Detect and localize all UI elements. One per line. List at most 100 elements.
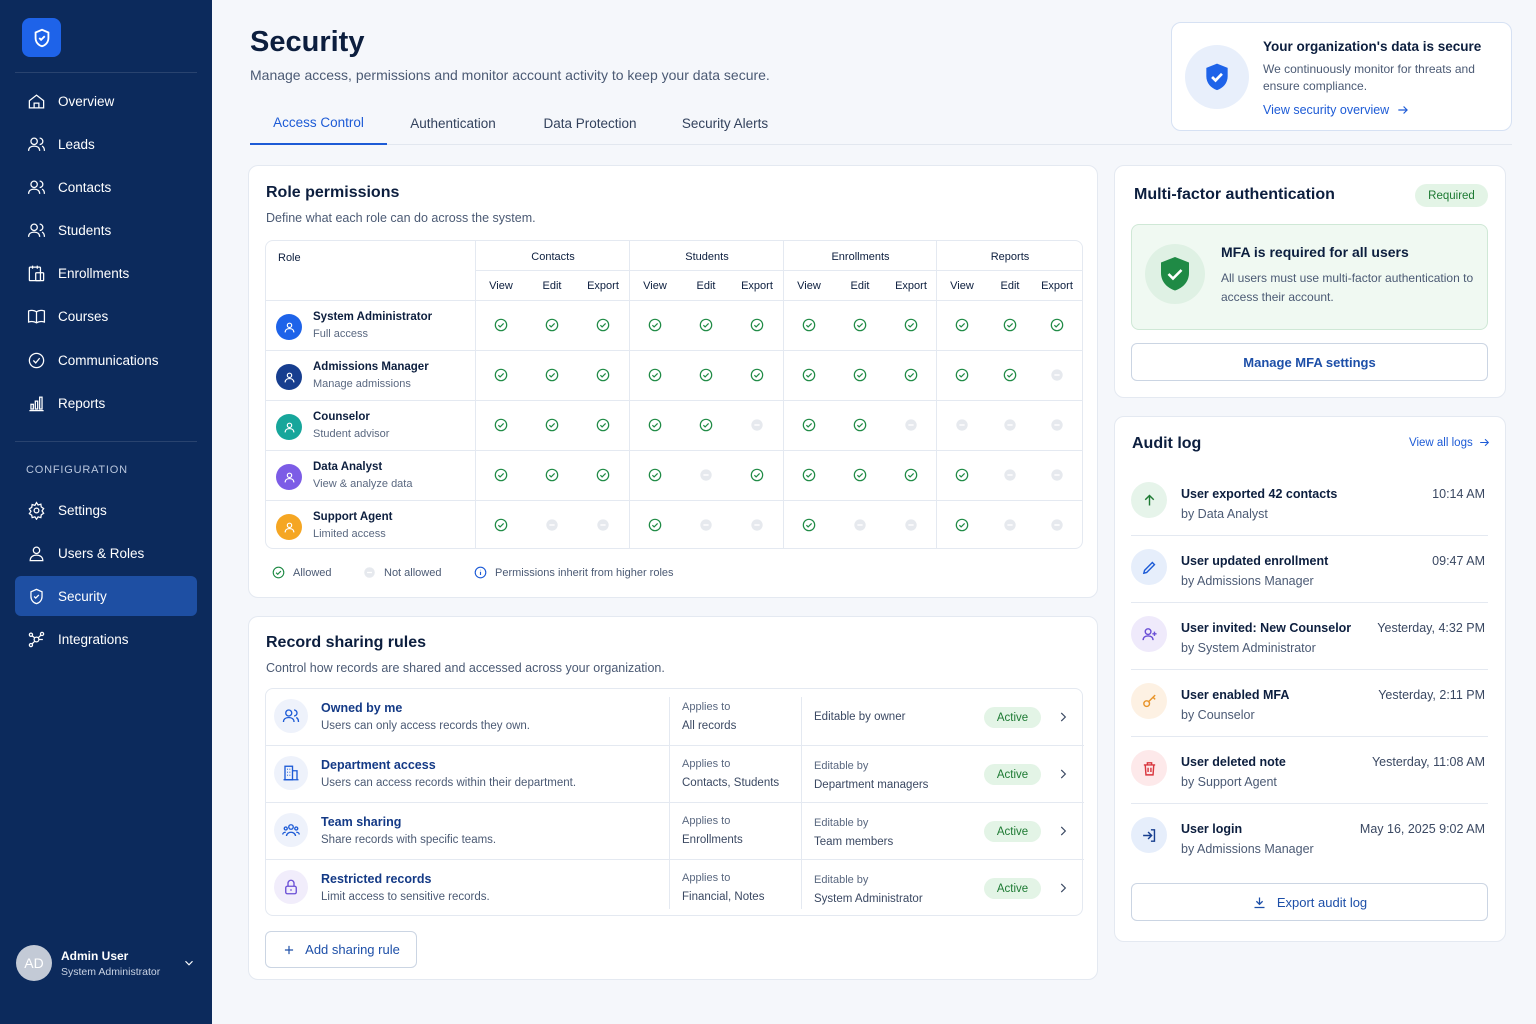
allowed-check-icon[interactable] [494, 368, 508, 382]
chevron-down-icon[interactable] [182, 956, 196, 970]
manage-mfa-settings-button[interactable]: Manage MFA settings [1131, 343, 1488, 381]
sidebar-item-communications[interactable]: Communications [15, 340, 197, 380]
not-allowed-icon[interactable] [904, 518, 918, 532]
chevron-right-icon[interactable] [1056, 824, 1070, 838]
chevron-right-icon[interactable] [1056, 767, 1070, 781]
user-menu[interactable]: AD Admin User System Administrator [16, 945, 196, 981]
tab-security-alerts[interactable]: Security Alerts [668, 102, 782, 145]
allowed-check-icon[interactable] [648, 418, 662, 432]
allowed-check-icon[interactable] [596, 468, 610, 482]
not-allowed-icon[interactable] [750, 418, 764, 432]
app-logo[interactable] [22, 18, 61, 57]
not-allowed-icon[interactable] [1050, 418, 1064, 432]
not-allowed-icon[interactable] [699, 518, 713, 532]
not-allowed-icon[interactable] [1050, 518, 1064, 532]
sidebar-item-settings[interactable]: Settings [15, 490, 197, 530]
allowed-check-icon[interactable] [699, 418, 713, 432]
allowed-check-icon[interactable] [955, 518, 969, 532]
sidebar-item-security[interactable]: Security [15, 576, 197, 617]
allowed-check-icon[interactable] [802, 418, 816, 432]
view-all-logs-link[interactable]: View all logs [1409, 436, 1491, 449]
allowed-check-icon[interactable] [955, 468, 969, 482]
allowed-check-icon[interactable] [596, 418, 610, 432]
role-row[interactable]: Admissions Manager Manage admissions [266, 351, 1082, 401]
allowed-check-icon[interactable] [648, 468, 662, 482]
export-audit-log-button[interactable]: Export audit log [1131, 883, 1488, 921]
sidebar-item-enrollments[interactable]: Enrollments [15, 254, 197, 294]
audit-entry[interactable]: User enabled MFA by Counselor Yesterday, 2… [1131, 678, 1488, 745]
sidebar-item-users-roles[interactable]: Users & Roles [15, 533, 197, 573]
allowed-check-icon[interactable] [648, 368, 662, 382]
sidebar-item-integrations[interactable]: Integrations [15, 620, 197, 660]
allowed-check-icon[interactable] [494, 468, 508, 482]
not-allowed-icon[interactable] [1050, 468, 1064, 482]
allowed-check-icon[interactable] [545, 368, 559, 382]
sharing-rule-row[interactable]: Restricted records Limit access to sensi… [266, 860, 1084, 917]
tab-access-control[interactable]: Access Control [250, 102, 387, 145]
role-row[interactable]: Counselor Student advisor [266, 401, 1082, 451]
not-allowed-icon[interactable] [1003, 468, 1017, 482]
not-allowed-icon[interactable] [699, 468, 713, 482]
allowed-check-icon[interactable] [853, 368, 867, 382]
not-allowed-icon[interactable] [955, 418, 969, 432]
allowed-check-icon[interactable] [545, 418, 559, 432]
chevron-right-icon[interactable] [1056, 710, 1070, 724]
not-allowed-icon[interactable] [750, 518, 764, 532]
sidebar-item-reports[interactable]: Reports [15, 383, 197, 423]
allowed-check-icon[interactable] [802, 518, 816, 532]
allowed-check-icon[interactable] [955, 318, 969, 332]
allowed-check-icon[interactable] [904, 368, 918, 382]
allowed-check-icon[interactable] [596, 368, 610, 382]
not-allowed-icon[interactable] [853, 518, 867, 532]
allowed-check-icon[interactable] [494, 318, 508, 332]
allowed-check-icon[interactable] [750, 468, 764, 482]
sidebar-item-courses[interactable]: Courses [15, 297, 197, 337]
allowed-check-icon[interactable] [494, 418, 508, 432]
sharing-rule-row[interactable]: Department access Users can access recor… [266, 746, 1084, 803]
allowed-check-icon[interactable] [802, 468, 816, 482]
allowed-check-icon[interactable] [596, 318, 610, 332]
sidebar-item-overview[interactable]: Overview [15, 81, 197, 121]
allowed-check-icon[interactable] [699, 368, 713, 382]
sidebar-item-leads[interactable]: Leads [15, 124, 197, 164]
allowed-check-icon[interactable] [750, 318, 764, 332]
audit-entry[interactable]: User login by Admissions Manager May 16, 2… [1131, 812, 1488, 879]
add-sharing-rule-button[interactable]: Add sharing rule [265, 931, 417, 968]
allowed-check-icon[interactable] [955, 368, 969, 382]
allowed-check-icon[interactable] [545, 318, 559, 332]
tab-authentication[interactable]: Authentication [396, 102, 510, 145]
allowed-check-icon[interactable] [1050, 318, 1064, 332]
allowed-check-icon[interactable] [494, 518, 508, 532]
audit-entry[interactable]: User invited: New Counselor by System Adm… [1131, 611, 1488, 678]
allowed-check-icon[interactable] [904, 318, 918, 332]
allowed-check-icon[interactable] [853, 418, 867, 432]
role-row[interactable]: System Administrator Full access [266, 301, 1082, 351]
allowed-check-icon[interactable] [904, 468, 918, 482]
not-allowed-icon[interactable] [904, 418, 918, 432]
not-allowed-icon[interactable] [1050, 368, 1064, 382]
allowed-check-icon[interactable] [853, 468, 867, 482]
allowed-check-icon[interactable] [802, 368, 816, 382]
sidebar-item-students[interactable]: Students [15, 211, 197, 251]
not-allowed-icon[interactable] [545, 518, 559, 532]
allowed-check-icon[interactable] [802, 318, 816, 332]
not-allowed-icon[interactable] [1003, 418, 1017, 432]
allowed-check-icon[interactable] [648, 318, 662, 332]
allowed-check-icon[interactable] [545, 468, 559, 482]
tab-data-protection[interactable]: Data Protection [530, 102, 650, 145]
sharing-rule-row[interactable]: Owned by me Users can only access record… [266, 689, 1084, 746]
allowed-check-icon[interactable] [1003, 318, 1017, 332]
role-row[interactable]: Data Analyst View & analyze data [266, 451, 1082, 501]
allowed-check-icon[interactable] [853, 318, 867, 332]
allowed-check-icon[interactable] [699, 318, 713, 332]
chevron-right-icon[interactable] [1056, 881, 1070, 895]
allowed-check-icon[interactable] [1003, 368, 1017, 382]
allowed-check-icon[interactable] [648, 518, 662, 532]
not-allowed-icon[interactable] [596, 518, 610, 532]
audit-entry[interactable]: User deleted note by Support Agent Yesterd… [1131, 745, 1488, 812]
view-security-overview-link[interactable]: View security overview [1263, 103, 1410, 117]
sharing-rule-row[interactable]: Team sharing Share records with specific… [266, 803, 1084, 860]
audit-entry[interactable]: User updated enrollment by Admissions Man… [1131, 544, 1488, 611]
allowed-check-icon[interactable] [750, 368, 764, 382]
not-allowed-icon[interactable] [1003, 518, 1017, 532]
